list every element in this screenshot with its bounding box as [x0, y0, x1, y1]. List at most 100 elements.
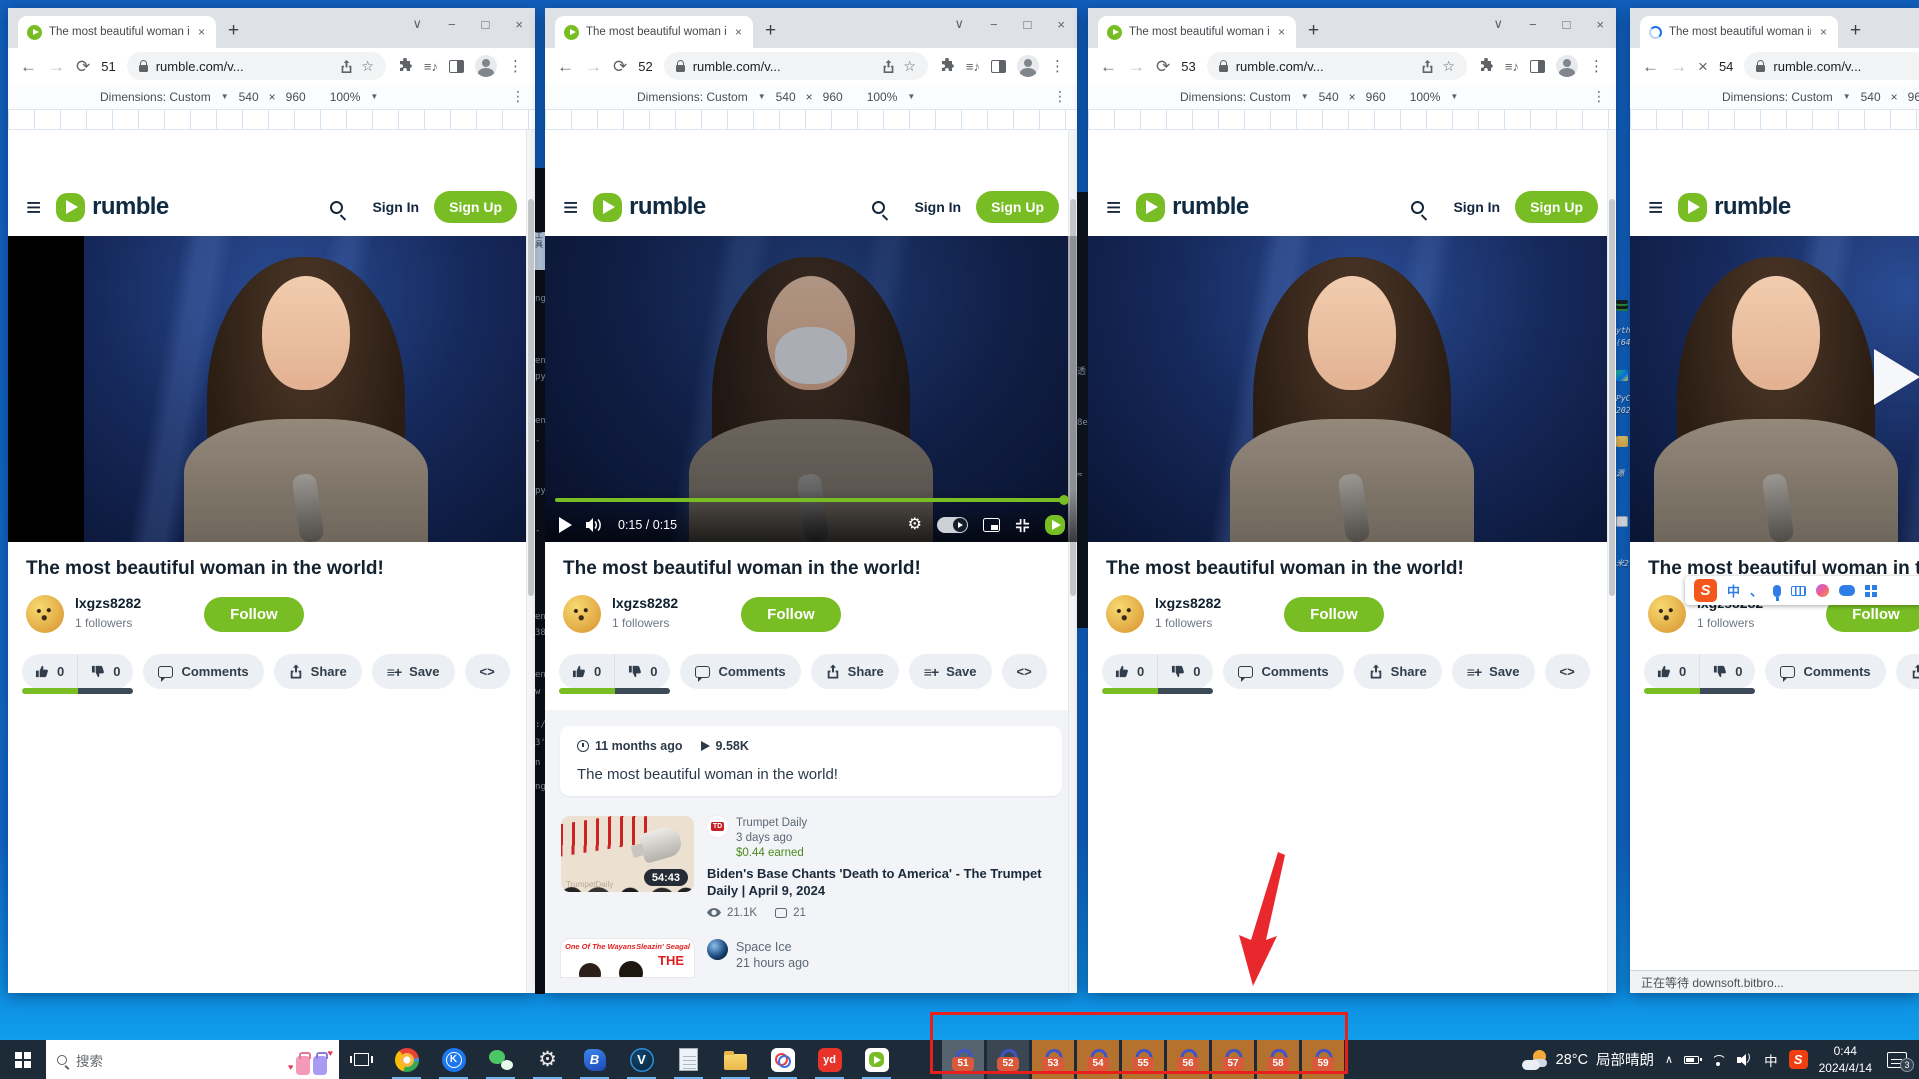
exit-fullscreen-icon[interactable]: [1015, 518, 1030, 533]
minimize-button[interactable]: −: [1529, 17, 1537, 32]
forward-button[interactable]: →: [585, 58, 602, 75]
bookmark-star-icon[interactable]: ☆: [361, 58, 374, 75]
channel-avatar[interactable]: [26, 595, 64, 633]
channel-name[interactable]: lxgzs8282: [612, 595, 678, 613]
like-button[interactable]: 0: [1644, 654, 1699, 689]
address-bar[interactable]: rumble.com/v... ☆: [127, 52, 386, 80]
action-center-icon[interactable]: 3: [1887, 1052, 1907, 1068]
comments-button[interactable]: Comments: [1223, 654, 1343, 689]
taskbar-clock[interactable]: 0:44 2024/4/14: [1819, 1043, 1872, 1075]
back-button[interactable]: ←: [557, 58, 574, 75]
play-button[interactable]: [559, 517, 572, 533]
address-bar[interactable]: rumble.com/v... ☆: [664, 52, 928, 80]
dislike-button[interactable]: 0: [1157, 654, 1213, 689]
new-tab-button[interactable]: +: [1850, 21, 1861, 40]
share-button[interactable]: Share: [1354, 654, 1442, 689]
related-video-item[interactable]: One Of The Wayans Sleazin' Seagal THE Sp…: [561, 939, 1061, 977]
ime-skin-icon[interactable]: [1816, 584, 1829, 597]
close-button[interactable]: ×: [1057, 17, 1065, 32]
menu-hamburger-icon[interactable]: ≡: [563, 197, 578, 218]
video-player[interactable]: [8, 236, 535, 542]
tab-close-icon[interactable]: ×: [1818, 25, 1829, 39]
taskbar-app-browser[interactable]: [383, 1040, 430, 1079]
embed-button[interactable]: <>: [1002, 654, 1047, 689]
taskbar-app-notepad[interactable]: [665, 1040, 712, 1079]
forward-button[interactable]: →: [1128, 58, 1145, 75]
tab-close-icon[interactable]: ×: [196, 25, 207, 39]
channel-avatar[interactable]: [1648, 595, 1686, 633]
share-icon[interactable]: [882, 59, 895, 74]
scrollbar-thumb[interactable]: [1609, 199, 1615, 596]
save-button[interactable]: ≡+Save: [1452, 654, 1535, 689]
new-tab-button[interactable]: +: [1308, 21, 1319, 40]
lock-icon[interactable]: [1756, 65, 1765, 72]
player-settings-icon[interactable]: ⚙: [908, 517, 922, 533]
video-player[interactable]: 0:15 / 0:15 ⚙: [545, 236, 1077, 542]
extensions-puzzle-icon[interactable]: [1478, 58, 1494, 74]
bookmark-star-icon[interactable]: ☆: [903, 58, 916, 75]
start-button[interactable]: [0, 1040, 46, 1079]
rumble-logo[interactable]: rumble: [1136, 193, 1248, 222]
browser-tab[interactable]: The most beautiful woman in ×: [555, 16, 753, 48]
share-icon[interactable]: [340, 59, 353, 74]
related-thumbnail[interactable]: TrumpetDaily 54:43: [561, 816, 694, 892]
back-button[interactable]: ←: [1642, 58, 1659, 75]
video-player[interactable]: [1630, 236, 1919, 542]
save-button[interactable]: ≡+Save: [372, 654, 455, 689]
sogou-tray-icon[interactable]: S: [1789, 1050, 1808, 1069]
extensions-puzzle-icon[interactable]: [397, 58, 413, 74]
search-icon[interactable]: [1411, 201, 1424, 214]
viewport-height[interactable]: 960: [1908, 90, 1919, 104]
progress-bar[interactable]: [555, 498, 1065, 502]
zoom-select[interactable]: 100%: [1410, 90, 1441, 104]
volume-icon[interactable]: [586, 518, 604, 532]
taskbar-app-rumble[interactable]: [853, 1040, 900, 1079]
rumble-logo[interactable]: rumble: [1678, 193, 1790, 222]
dislike-button[interactable]: 0: [77, 654, 133, 689]
channel-name[interactable]: lxgzs8282: [1155, 595, 1221, 613]
media-playlist-icon[interactable]: ≡♪: [966, 59, 980, 74]
address-bar[interactable]: rumble.com/v... ☆: [1207, 52, 1467, 80]
side-panel-icon[interactable]: [1530, 60, 1545, 73]
follow-button[interactable]: Follow: [204, 597, 304, 632]
browser-tab[interactable]: The most beautiful woman in ×: [1640, 16, 1838, 48]
dislike-button[interactable]: 0: [1699, 654, 1755, 689]
video-player[interactable]: [1088, 236, 1616, 542]
embed-button[interactable]: <>: [1545, 654, 1590, 689]
side-panel-icon[interactable]: [449, 60, 464, 73]
share-button[interactable]: Share: [274, 654, 362, 689]
zoom-select[interactable]: 100%: [867, 90, 898, 104]
taskbar-search-box[interactable]: 搜索 ♥ ♥: [46, 1040, 339, 1079]
channel-avatar[interactable]: [563, 595, 601, 633]
taskbar-app-youdao[interactable]: yd: [806, 1040, 853, 1079]
like-button[interactable]: 0: [559, 654, 614, 689]
viewport-height[interactable]: 960: [286, 90, 306, 104]
search-icon[interactable]: [330, 201, 343, 214]
picture-in-picture-icon[interactable]: [983, 518, 1000, 532]
chrome-menu-icon[interactable]: ⋮: [1050, 57, 1065, 75]
maximize-button[interactable]: □: [1563, 17, 1571, 32]
rumble-logo[interactable]: rumble: [593, 193, 705, 222]
like-button[interactable]: 0: [1102, 654, 1157, 689]
chrome-menu-icon[interactable]: ⋮: [1589, 57, 1604, 75]
profile-avatar[interactable]: [1556, 55, 1578, 77]
devtools-options-icon[interactable]: ⋮: [1592, 88, 1606, 105]
chrome-menu-icon[interactable]: ⋮: [508, 57, 523, 75]
back-button[interactable]: ←: [20, 58, 37, 75]
media-playlist-icon[interactable]: ≡♪: [424, 59, 438, 74]
sign-up-button[interactable]: Sign Up: [976, 191, 1059, 223]
reload-button[interactable]: ⟳: [1156, 58, 1170, 75]
weather-widget[interactable]: 28°C 局部晴朗: [1522, 1049, 1654, 1070]
sign-up-button[interactable]: Sign Up: [434, 191, 517, 223]
new-tab-button[interactable]: +: [765, 21, 776, 40]
sign-in-link[interactable]: Sign In: [372, 199, 419, 215]
back-button[interactable]: ←: [1100, 58, 1117, 75]
side-panel-icon[interactable]: [991, 60, 1006, 73]
taskbar-app-wechat[interactable]: [477, 1040, 524, 1079]
share-icon[interactable]: [1421, 59, 1434, 74]
sign-up-button[interactable]: Sign Up: [1515, 191, 1598, 223]
close-button[interactable]: ×: [1596, 17, 1604, 32]
profile-avatar[interactable]: [1017, 55, 1039, 77]
zoom-select[interactable]: 100%: [330, 90, 361, 104]
related-channel-avatar[interactable]: TD: [707, 816, 728, 837]
